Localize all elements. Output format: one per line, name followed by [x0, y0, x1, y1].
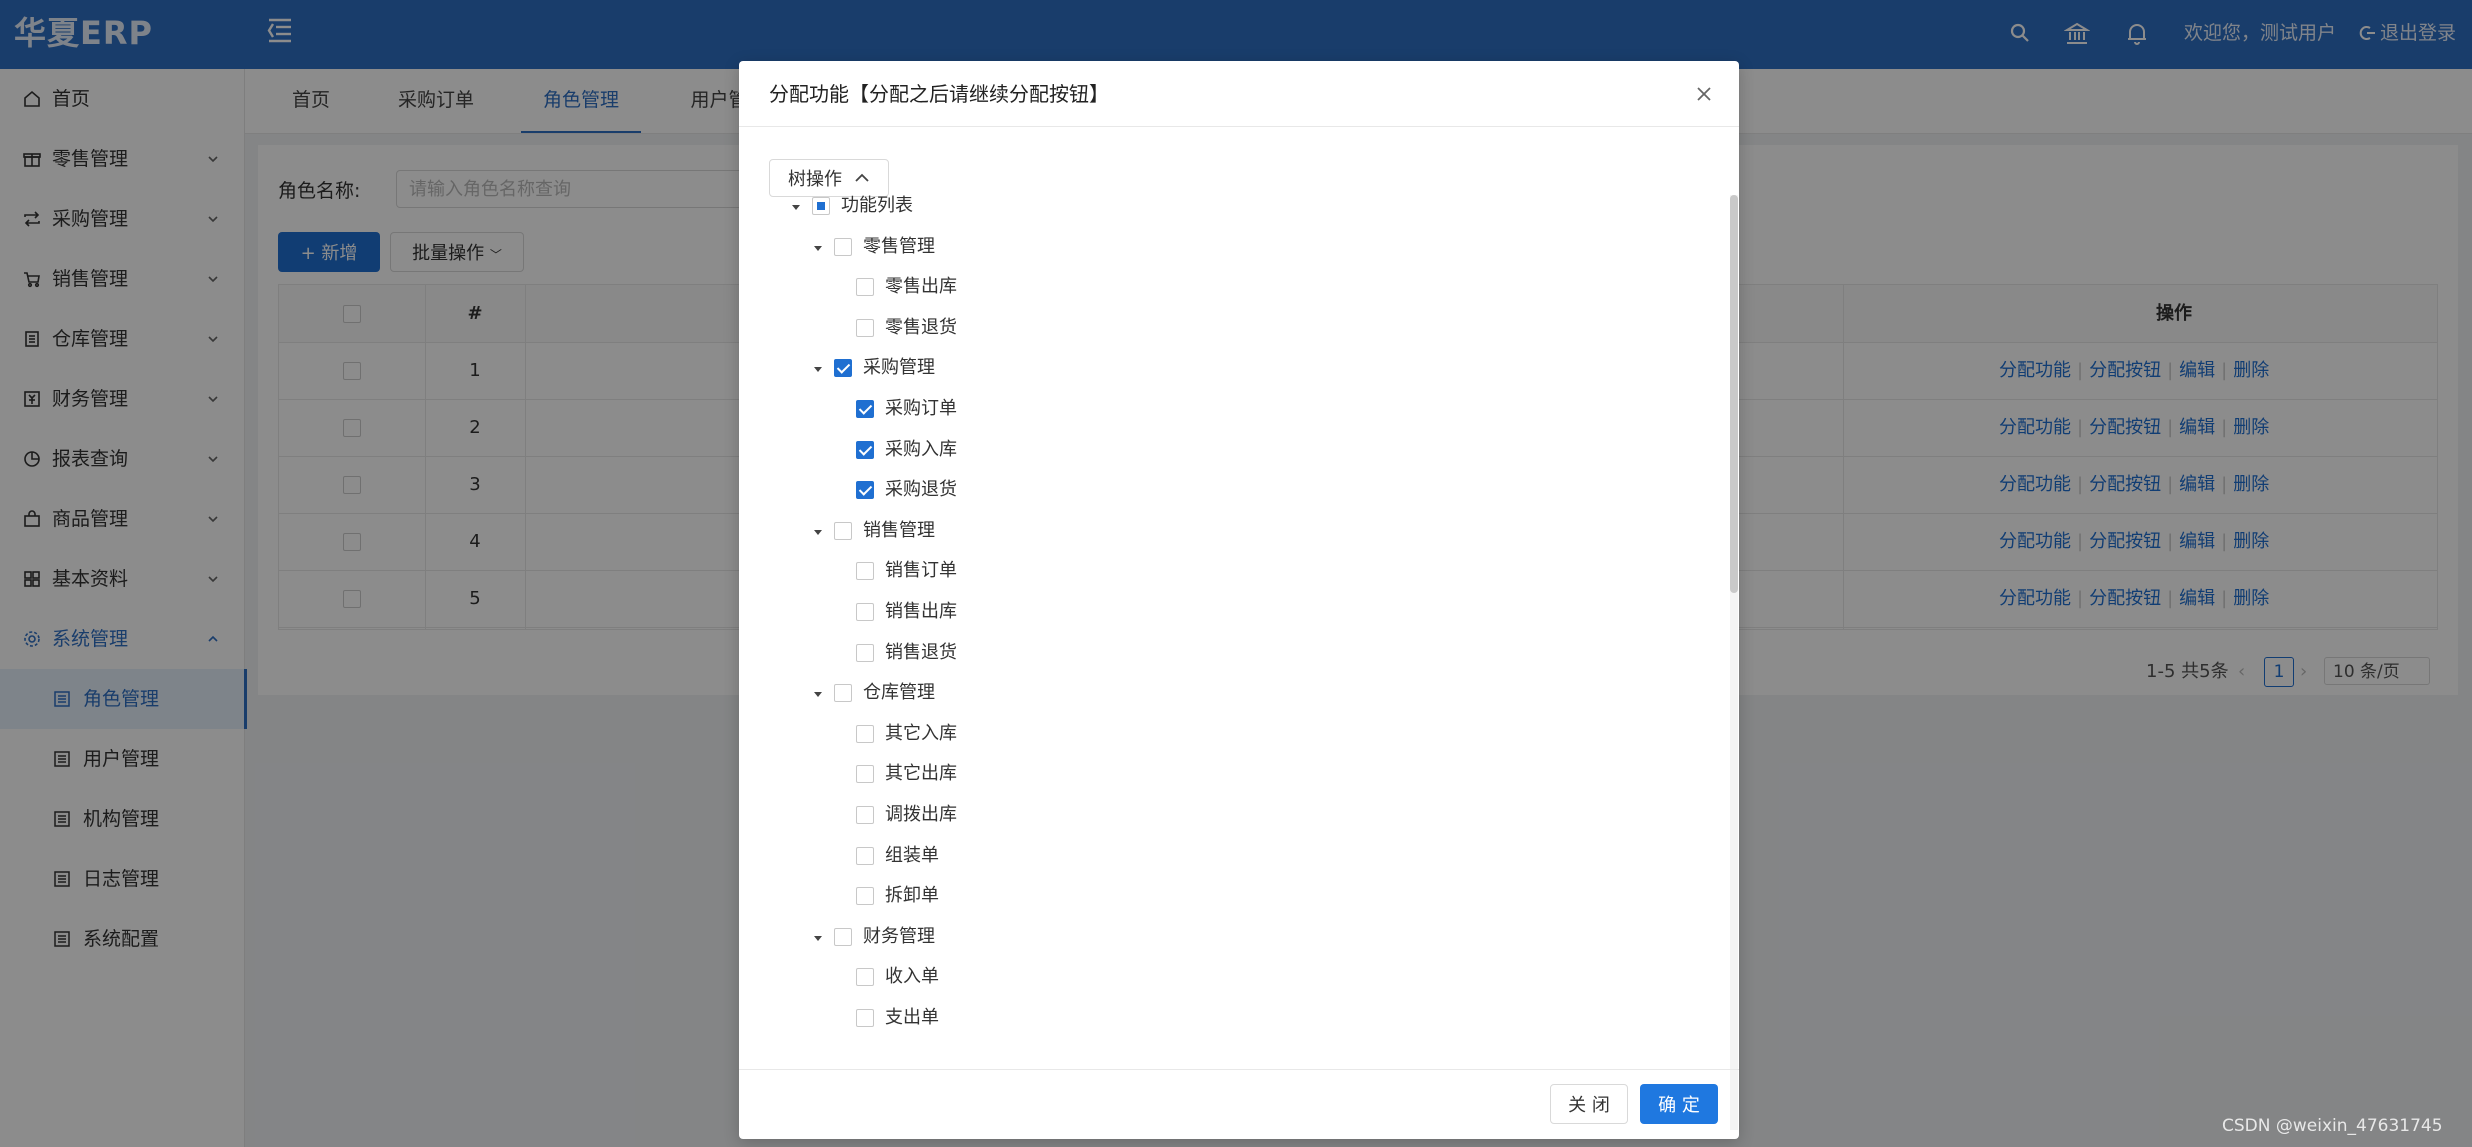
- tree-node-checkbox[interactable]: [856, 643, 874, 662]
- tree-node-checkbox[interactable]: [856, 278, 874, 297]
- tree-node-label: 零售退货: [885, 316, 957, 338]
- tree-node-checkbox[interactable]: [856, 562, 874, 581]
- tree-node-label: 收入单: [885, 966, 939, 988]
- tree-node-checkbox[interactable]: [856, 481, 874, 500]
- confirm-button[interactable]: 确 定: [1640, 1084, 1718, 1124]
- scrollbar-thumb[interactable]: [1730, 195, 1738, 593]
- chevron-up-icon: [855, 173, 869, 182]
- tree-node-label: 采购退货: [885, 479, 957, 501]
- tree-node-checkbox[interactable]: [856, 603, 874, 621]
- tree-node-label: 零售出库: [885, 276, 957, 298]
- tree-node-label: 采购入库: [885, 438, 957, 460]
- caret-down-icon[interactable]: [813, 933, 823, 943]
- tree-node-label: 采购管理: [863, 357, 935, 379]
- tree-node-label: 销售退货: [885, 641, 957, 663]
- modal-footer: 关 闭 确 定: [739, 1069, 1739, 1139]
- caret-down-icon[interactable]: [813, 527, 823, 537]
- tree-node-checkbox[interactable]: [834, 684, 852, 703]
- tree-node-checkbox[interactable]: [856, 765, 874, 784]
- tree-node-checkbox[interactable]: [856, 846, 874, 865]
- caret-down-icon[interactable]: [813, 243, 823, 253]
- modal-header: 分配功能【分配之后请继续分配按钮】: [739, 61, 1739, 127]
- tree-node-checkbox[interactable]: [856, 318, 874, 337]
- tree-node-checkbox[interactable]: [856, 1009, 874, 1027]
- tree-operation-label: 树操作: [788, 169, 842, 190]
- tree-node-label: 零售管理: [863, 235, 935, 257]
- tree-node-label: 拆卸单: [885, 885, 939, 907]
- tree-node-label: 仓库管理: [863, 682, 935, 704]
- tree-node-checkbox[interactable]: [856, 806, 874, 824]
- close-button[interactable]: 关 闭: [1550, 1084, 1628, 1124]
- caret-down-icon[interactable]: [813, 689, 823, 699]
- tree-node-checkbox[interactable]: [856, 724, 874, 743]
- tree-node-label: 调拨出库: [885, 804, 957, 825]
- tree-node-checkbox[interactable]: [856, 968, 874, 987]
- tree-node-label: 财务管理: [863, 925, 935, 947]
- tree-node-checkbox[interactable]: [812, 197, 830, 215]
- tree-node-checkbox[interactable]: [856, 400, 874, 418]
- tree-node-checkbox[interactable]: [834, 927, 852, 946]
- tree-node-label: 组装单: [885, 844, 939, 866]
- tree-node-label: 销售订单: [885, 560, 957, 582]
- assign-function-modal: 分配功能【分配之后请继续分配按钮】 树操作 功能列表零售管理零售出库零售退货采购…: [739, 61, 1739, 1139]
- caret-down-icon[interactable]: [813, 364, 823, 374]
- modal-title: 分配功能【分配之后请继续分配按钮】: [769, 82, 1109, 106]
- tree-node-checkbox[interactable]: [856, 440, 874, 459]
- tree-node-label: 销售管理: [863, 519, 935, 541]
- tree-node-label: 其它入库: [885, 722, 957, 744]
- tree-node-label: 支出单: [885, 1007, 939, 1028]
- caret-down-icon[interactable]: [791, 202, 801, 212]
- tree-node-label: 采购订单: [885, 398, 957, 419]
- close-icon[interactable]: [1694, 84, 1714, 104]
- tree-node-label: 功能列表: [841, 195, 913, 216]
- tree-node-checkbox[interactable]: [856, 887, 874, 906]
- tree-node-checkbox[interactable]: [834, 359, 852, 378]
- tree-node-label: 销售出库: [885, 601, 957, 622]
- tree-node-label: 其它出库: [885, 763, 957, 785]
- tree-node-checkbox[interactable]: [834, 237, 852, 256]
- watermark-text: CSDN @weixin_47631745: [2222, 1116, 2443, 1136]
- tree-node-checkbox[interactable]: [834, 521, 852, 540]
